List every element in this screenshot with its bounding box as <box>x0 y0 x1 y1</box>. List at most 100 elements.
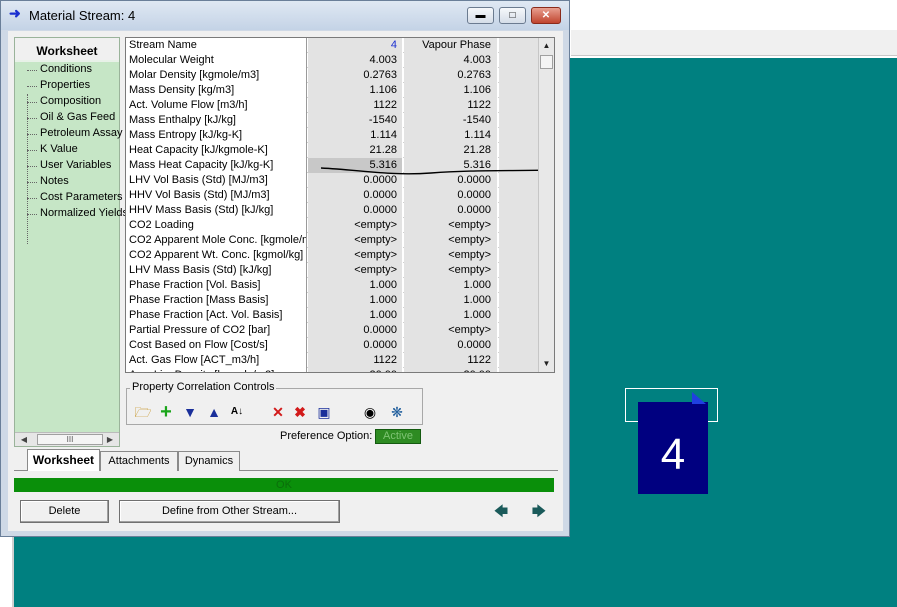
phase-value-cell: 0.0000 <box>404 188 498 203</box>
table-row: Mass Heat Capacity [kJ/kg-K] 5.316 5.316 <box>126 158 538 173</box>
grid-header-name: Stream Name <box>126 38 307 53</box>
stream-value-cell[interactable]: 1.106 <box>308 83 403 98</box>
scroll-thumb[interactable] <box>540 55 553 69</box>
move-up-icon[interactable]: ▲ <box>205 403 223 421</box>
scroll-left-icon[interactable]: ◀ <box>17 434 31 446</box>
table-row: Cost Based on Flow [Cost/s] 0.0000 0.0000 <box>126 338 538 353</box>
property-name-cell: Mass Enthalpy [kJ/kg] <box>126 113 307 128</box>
property-name-cell: Avg. Liq. Density [kgmole/m3] <box>126 368 307 372</box>
stream-value-cell[interactable]: 5.316 <box>308 158 403 173</box>
stream-value-cell[interactable]: 0.0000 <box>308 323 403 338</box>
stream-value-cell[interactable]: <empty> <box>308 248 403 263</box>
property-name-cell: LHV Vol Basis (Std) [MJ/m3] <box>126 173 307 188</box>
stream-value-cell[interactable]: 0.0000 <box>308 338 403 353</box>
stream-value-cell[interactable]: 1122 <box>308 353 403 368</box>
table-row: CO2 Apparent Wt. Conc. [kgmol/kg] <empty>… <box>126 248 538 263</box>
nav-horizontal-scrollbar[interactable]: ◀ III ▶ <box>15 432 119 446</box>
stream-value-cell[interactable]: 21.28 <box>308 143 403 158</box>
stream-value-cell[interactable]: 0.0000 <box>308 188 403 203</box>
table-row: Act. Volume Flow [m3/h] 1122 1122 <box>126 98 538 113</box>
stream-value-cell[interactable]: <empty> <box>308 263 403 278</box>
stream-value-cell[interactable]: 1.114 <box>308 128 403 143</box>
tree-line <box>27 150 37 151</box>
grid-cell-empty <box>499 263 538 278</box>
property-name-cell: Phase Fraction [Vol. Basis] <box>126 278 307 293</box>
nav-item-oil-gas-feed[interactable]: Oil & Gas Feed <box>40 111 115 123</box>
property-name-cell: CO2 Loading <box>126 218 307 233</box>
define-from-other-stream-button[interactable]: Define from Other Stream... <box>119 500 340 523</box>
next-stream-icon[interactable]: 🡆 <box>531 503 547 519</box>
tab-dynamics[interactable]: Dynamics <box>178 451 240 471</box>
stream-value-cell[interactable]: 1122 <box>308 98 403 113</box>
properties-grid: Stream Name 4 Vapour Phase Molecular Wei… <box>125 37 555 373</box>
stream-value-cell[interactable]: <empty> <box>308 218 403 233</box>
stream-value-cell[interactable]: 0.0000 <box>308 203 403 218</box>
delete-button[interactable]: Delete <box>20 500 109 523</box>
grid-cell-empty <box>499 98 538 113</box>
nav-item-normalized-yields[interactable]: Normalized Yields <box>40 207 128 219</box>
grid-cell-empty <box>499 323 538 338</box>
phase-value-cell: 5.316 <box>404 158 498 173</box>
stream-value-cell[interactable]: 20.00 <box>308 368 403 372</box>
nav-item-k-value[interactable]: K Value <box>40 143 78 155</box>
stream-value-cell[interactable]: -1540 <box>308 113 403 128</box>
stream-value-cell[interactable]: 0.2763 <box>308 68 403 83</box>
binoculars-icon[interactable]: ◉ <box>361 403 379 421</box>
table-row: HHV Mass Basis (Std) [kJ/kg] 0.0000 0.0000 <box>126 203 538 218</box>
stream-arrow-icon <box>692 392 706 404</box>
nav-item-conditions[interactable]: Conditions <box>40 63 92 75</box>
nav-item-petroleum-assay[interactable]: Petroleum Assay <box>40 127 123 139</box>
minimize-button[interactable]: ▬ <box>467 7 494 24</box>
table-row: LHV Mass Basis (Std) [kJ/kg] <empty> <empt… <box>126 263 538 278</box>
delete-icon[interactable]: ✕ <box>269 403 287 421</box>
table-row: LHV Vol Basis (Std) [MJ/m3] 0.0000 0.0000 <box>126 173 538 188</box>
stream-value-cell[interactable]: 1.000 <box>308 293 403 308</box>
open-folder-icon[interactable]: 🗁 <box>134 403 152 421</box>
phase-value-cell: 1.000 <box>404 308 498 323</box>
table-row: Phase Fraction [Vol. Basis] 1.000 1.000 <box>126 278 538 293</box>
grid-header-stream[interactable]: 4 <box>308 38 403 53</box>
phase-value-cell: 20.00 <box>404 368 498 372</box>
tree-line <box>27 182 37 183</box>
preference-option-badge[interactable]: Active <box>375 429 421 444</box>
scroll-right-icon[interactable]: ▶ <box>103 434 117 446</box>
add-icon[interactable]: + <box>157 402 175 422</box>
stream-value-cell[interactable]: 4.003 <box>308 53 403 68</box>
phase-value-cell: 1.000 <box>404 293 498 308</box>
phase-value-cell: 4.003 <box>404 53 498 68</box>
nav-item-notes[interactable]: Notes <box>40 175 69 187</box>
phase-value-cell: 0.0000 <box>404 173 498 188</box>
phase-value-cell: <empty> <box>404 323 498 338</box>
nav-item-cost-parameters[interactable]: Cost Parameters <box>40 191 123 203</box>
tab-attachments[interactable]: Attachments <box>100 451 178 471</box>
delete-all-icon[interactable]: ✖ <box>291 403 309 421</box>
stream-value-cell[interactable]: 1.000 <box>308 278 403 293</box>
move-down-icon[interactable]: ▼ <box>181 403 199 421</box>
nav-item-user-variables[interactable]: User Variables <box>40 159 111 171</box>
window-titlebar[interactable]: ➜ Material Stream: 4 ▬ □ ✕ <box>1 1 569 30</box>
nav-item-properties[interactable]: Properties <box>40 79 90 91</box>
tree-line <box>27 94 28 244</box>
grid-vertical-scrollbar[interactable]: ▲ ▼ <box>538 38 554 372</box>
property-name-cell: Heat Capacity [kJ/kgmole-K] <box>126 143 307 158</box>
grid-cell-empty <box>499 308 538 323</box>
save-icon[interactable]: ▣ <box>315 403 333 421</box>
previous-stream-icon[interactable]: 🡄 <box>493 503 509 519</box>
preference-option-label: Preference Option: <box>280 430 373 442</box>
tree-line <box>27 134 37 135</box>
tree-line <box>27 102 37 103</box>
stream-value-cell[interactable]: 0.0000 <box>308 173 403 188</box>
stream-value-cell[interactable]: <empty> <box>308 233 403 248</box>
scroll-down-icon[interactable]: ▼ <box>539 356 554 371</box>
scroll-thumb[interactable]: III <box>37 434 103 445</box>
close-button[interactable]: ✕ <box>531 7 561 24</box>
property-name-cell: HHV Vol Basis (Std) [MJ/m3] <box>126 188 307 203</box>
table-row: Phase Fraction [Mass Basis] 1.000 1.000 <box>126 293 538 308</box>
nav-item-composition[interactable]: Composition <box>40 95 101 107</box>
tab-worksheet[interactable]: Worksheet <box>27 449 100 471</box>
filter-icon[interactable]: ❋ <box>388 403 406 421</box>
stream-value-cell[interactable]: 1.000 <box>308 308 403 323</box>
sort-az-icon[interactable]: A↓ <box>228 403 246 421</box>
scroll-up-icon[interactable]: ▲ <box>539 38 554 53</box>
maximize-button[interactable]: □ <box>499 7 526 24</box>
